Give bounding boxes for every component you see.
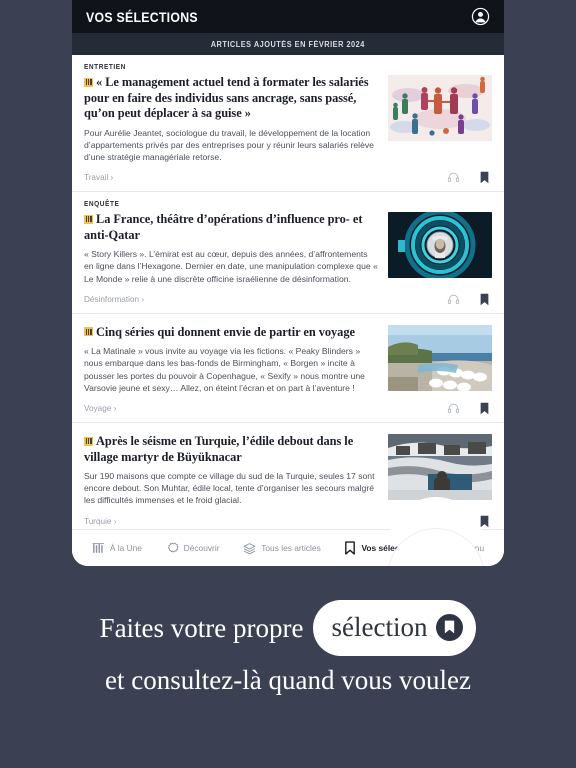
- bookmark-filled-icon[interactable]: [480, 293, 489, 306]
- list-item[interactable]: ENQUÊTE La France, théâtre d’opérations …: [72, 192, 504, 314]
- article-thumbnail[interactable]: [388, 75, 492, 141]
- promo-caption: Faites votre propre sélection et consult…: [0, 600, 576, 704]
- promo-line-2: et consultez-là quand vous voulez: [105, 665, 471, 695]
- premium-badge-icon: [84, 327, 93, 337]
- bookmark-filled-icon: [436, 613, 464, 641]
- article-thumbnail[interactable]: [388, 324, 492, 391]
- article-headline[interactable]: La France, théâtre d’opérations d’influe…: [84, 212, 378, 243]
- headphones-icon[interactable]: [447, 402, 460, 415]
- nav-item-label: À la Une: [109, 543, 142, 553]
- article-topic-link[interactable]: Désinformation ›: [84, 295, 144, 304]
- headphones-icon[interactable]: [447, 293, 460, 306]
- premium-badge-icon: [84, 436, 93, 446]
- article-standfirst: « La Matinale » vous invite au voyage vi…: [84, 346, 365, 393]
- article-standfirst: Pour Aurélie Jeantet, sociologue du trav…: [84, 127, 374, 162]
- article-topic-link[interactable]: Voyage ›: [84, 404, 116, 413]
- month-divider: ARTICLES AJOUTÉS EN FÉVRIER 2024: [72, 33, 504, 55]
- article-headline[interactable]: Après le séisme en Turquie, l’édile debo…: [84, 434, 378, 465]
- page-title: VOS SÉLECTIONS: [86, 8, 198, 25]
- article-kicker: ENTRETIEN: [84, 64, 126, 71]
- list-item[interactable]: ENTRETIEN « Le management actuel tend à …: [72, 55, 504, 193]
- nav-item-label: Découvrir: [183, 543, 220, 553]
- account-circle-icon[interactable]: [471, 7, 490, 26]
- article-standfirst: « Story Killers ». L’émirat est au cœur,…: [84, 249, 378, 284]
- article-thumbnail[interactable]: [388, 434, 492, 501]
- article-thumbnail[interactable]: [388, 212, 492, 279]
- phone-frame: VOS SÉLECTIONS ARTICLES AJOUTÉS EN FÉVRI…: [72, 0, 504, 566]
- layers-stack-icon: [243, 542, 256, 555]
- nav-item-decouvrir[interactable]: Découvrir: [166, 542, 220, 555]
- article-headline[interactable]: Cinq séries qui donnent envie de partir …: [84, 325, 378, 341]
- article-topic-link[interactable]: Travail ›: [84, 173, 113, 182]
- screenshot-root: VOS SÉLECTIONS ARTICLES AJOUTÉS EN FÉVRI…: [0, 0, 576, 768]
- article-standfirst: Sur 190 maisons que compte ce village du…: [84, 471, 375, 506]
- bookmark-filled-icon[interactable]: [480, 515, 489, 528]
- premium-badge-icon: [84, 214, 93, 224]
- article-kicker: ENQUÊTE: [84, 201, 120, 209]
- article-headline[interactable]: « Le management actuel tend à formater l…: [84, 75, 378, 122]
- app-header: VOS SÉLECTIONS: [72, 0, 504, 33]
- bookmark-outline-icon: [344, 541, 356, 555]
- month-divider-label: ARTICLES AJOUTÉS EN FÉVRIER 2024: [210, 39, 366, 49]
- premium-badge-icon: [84, 77, 93, 87]
- nav-item-label: Tous les articles: [261, 543, 321, 553]
- promo-line-1: Faites votre propre sélection: [0, 600, 576, 656]
- scalloped-circle-icon: [166, 542, 179, 555]
- list-item[interactable]: Cinq séries qui donnent envie de partir …: [72, 314, 504, 424]
- article-topic-link[interactable]: Turquie ›: [84, 517, 116, 526]
- headphones-icon[interactable]: [447, 171, 460, 184]
- article-list[interactable]: ENTRETIEN « Le management actuel tend à …: [72, 55, 504, 566]
- nav-item-tous-les-articles[interactable]: Tous les articles: [243, 542, 321, 555]
- promo-pill: sélection: [313, 600, 477, 656]
- bookmark-filled-icon[interactable]: [480, 171, 489, 184]
- promo-text-before: Faites votre propre: [99, 613, 304, 643]
- promo-pill-label: sélection: [331, 612, 428, 642]
- lemonde-m-icon: [92, 542, 105, 555]
- bookmark-filled-icon[interactable]: [480, 402, 489, 415]
- nav-item-a-la-une[interactable]: À la Une: [92, 542, 142, 555]
